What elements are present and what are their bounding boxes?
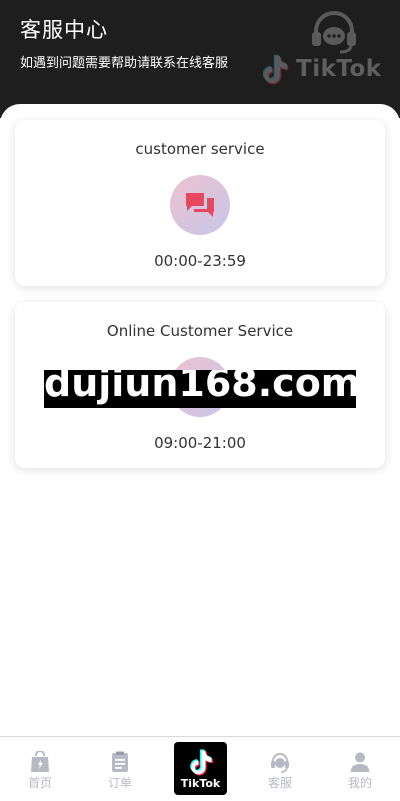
tab-profile[interactable]: 我的	[320, 737, 400, 801]
tiktok-watermark: TikTok	[258, 52, 382, 86]
tab-profile-label: 我的	[347, 776, 372, 790]
headset-icon	[271, 753, 289, 773]
tab-tiktok-label: TikTok	[180, 777, 221, 790]
watermark-overlay: dujiun168.com	[44, 370, 356, 408]
header: 客服中心 如遇到问题需要帮助请联系在线客服 TikTok	[0, 0, 400, 118]
tab-home-label: 首页	[27, 776, 52, 790]
watermark-text: dujiun168.com	[44, 370, 356, 405]
page-subtitle: 如遇到问题需要帮助请联系在线客服	[20, 56, 229, 71]
service-icon-badge[interactable]	[170, 175, 230, 235]
tab-orders-label: 订单	[107, 776, 132, 790]
orders-icon	[112, 751, 128, 772]
tab-tiktok[interactable]: TikTok	[174, 742, 227, 795]
tiktok-logo-icon	[262, 54, 289, 85]
tiktok-logo-icon	[189, 749, 213, 776]
user-icon	[350, 752, 370, 772]
service-list: customer service 00:00-23:59 Online Cust…	[0, 104, 400, 736]
home-icon	[31, 751, 49, 772]
tab-home[interactable]: 首页	[0, 737, 80, 801]
service-hours: 00:00-23:59	[154, 252, 246, 270]
tab-customer-service[interactable]: 客服	[240, 737, 320, 801]
headset-icon	[312, 11, 356, 54]
service-card-customer-service[interactable]: customer service 00:00-23:59	[15, 120, 385, 286]
tab-customer-service-label: 客服	[267, 776, 292, 790]
service-hours: 09:00-21:00	[154, 434, 246, 452]
service-title: customer service	[135, 140, 265, 158]
service-title: Online Customer Service	[106, 322, 294, 340]
tab-orders[interactable]: 订单	[80, 737, 160, 801]
brand-wordmark: TikTok	[296, 56, 382, 82]
chat-bubbles-icon	[186, 193, 214, 217]
page-title: 客服中心	[20, 18, 108, 42]
